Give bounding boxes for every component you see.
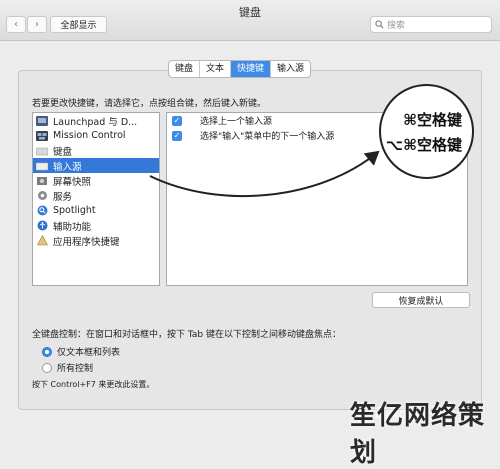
magnified-shortcut-1: ⌘空格键 — [403, 111, 462, 129]
watermark-text: 笙亿网络策划 — [350, 401, 486, 468]
radio-unselected[interactable] — [42, 362, 52, 373]
radio-text-boxes-lists[interactable]: 仅文本框和列表 — [42, 345, 120, 358]
magnified-shortcut-2: ⌥⌘空格键 — [385, 136, 462, 154]
radio-all-controls[interactable]: 所有控制 — [42, 361, 93, 374]
full-keyboard-access-label: 全键盘控制：在窗口和对话框中，按下 Tab 键在以下控制之间移动键盘焦点： — [32, 330, 341, 340]
restore-defaults-button[interactable]: 恢复成默认 — [372, 292, 470, 308]
hint-text: 按下 Control+F7 来更改此设置。 — [32, 380, 155, 389]
radio-selected[interactable] — [42, 346, 52, 357]
magnifier-callout: ⌘空格键 ⌥⌘空格键 — [379, 84, 474, 179]
